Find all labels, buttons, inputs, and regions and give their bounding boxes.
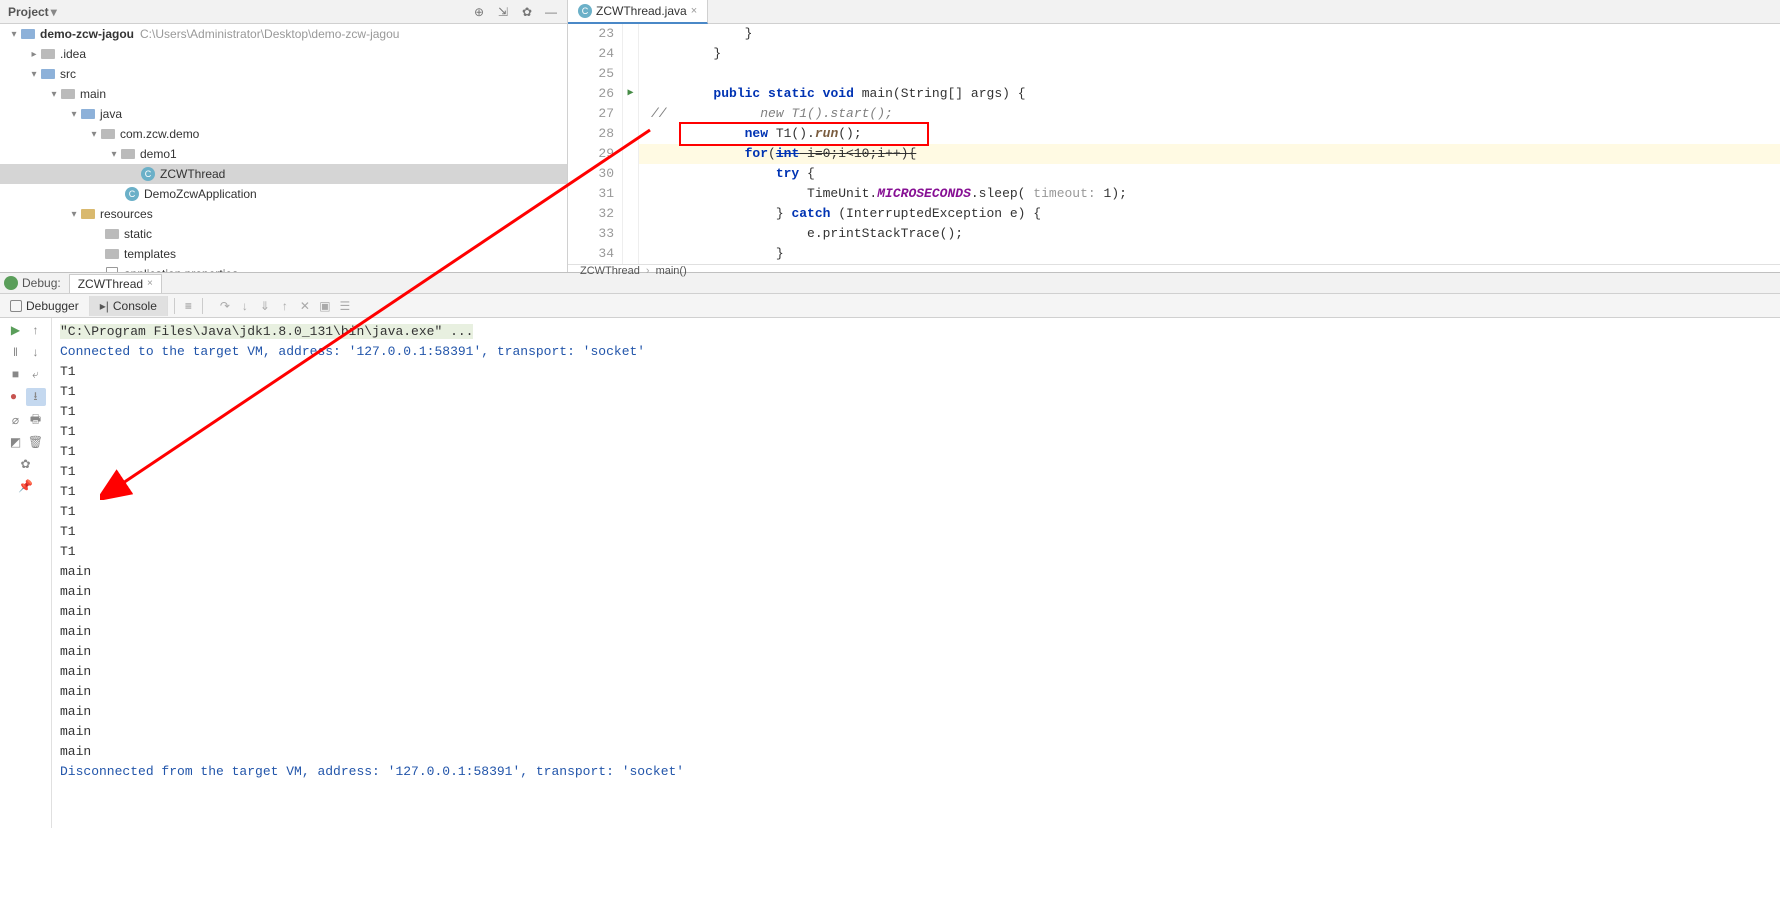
breadcrumb-method[interactable]: main() [656,265,687,277]
console-output-line: main [60,622,1772,642]
tree-static[interactable]: static [0,224,567,244]
debug-label: Debug: [22,276,61,290]
debug-config-tab[interactable]: ZCWThread × [69,274,162,293]
gear-icon[interactable]: ✿ [519,4,535,20]
down-icon[interactable]: ↓ [28,344,44,360]
tree-src[interactable]: ▾ src [0,64,567,84]
breadcrumb[interactable]: ZCWThread › main() [568,264,1780,277]
tree-zcwthread[interactable]: C ZCWThread [0,164,567,184]
pause-icon[interactable]: ‖ [8,344,24,360]
debug-side-toolbar: ▶ ↑ ‖ ↓ ■ ⤶ ● ⭳ ⌀ 🖶 ◩ 🗑 ✿ 📌 [0,318,52,828]
tree-appclass[interactable]: C DemoZcwApplication [0,184,567,204]
console-output-line: T1 [60,362,1772,382]
tree-demo1[interactable]: ▾ demo1 [0,144,567,164]
editor-tab-zcwthread[interactable]: C ZCWThread.java × [568,0,708,24]
tree-main[interactable]: ▾ main [0,84,567,104]
console-output-line: T1 [60,482,1772,502]
threads-icon[interactable]: ≡ [185,299,192,313]
console-output-line: T1 [60,502,1772,522]
breadcrumb-class[interactable]: ZCWThread [580,265,640,277]
console-output-line: T1 [60,542,1772,562]
tree-templates[interactable]: templates [0,244,567,264]
line-number-gutter: 23 24 25 26 27 28 29 30 31 32 33 34 [568,24,623,264]
project-tree[interactable]: ▾ demo-zcw-jagou C:\Users\Administrator\… [0,24,568,272]
step-out-icon[interactable]: ↑ [277,298,293,314]
resume-icon[interactable]: ▶ [8,322,24,338]
run-gutter: ▶ [623,24,639,264]
console-output[interactable]: "C:\Program Files\Java\jdk1.8.0_131\bin\… [52,318,1780,828]
scroll-to-end-icon[interactable]: ⭳ [26,388,46,406]
tree-package[interactable]: ▾ com.zcw.demo [0,124,567,144]
tree-appprops[interactable]: application.properties [0,264,567,272]
scroll-from-source-icon[interactable]: ⊕ [471,4,487,20]
step-into-icon[interactable]: ↓ [237,298,253,314]
code-editor[interactable]: 23 24 25 26 27 28 29 30 31 32 33 34 ▶ [568,24,1780,264]
pin-icon[interactable]: 📌 [18,478,34,494]
drop-frame-icon[interactable]: ✕ [297,298,313,314]
tree-root-label: demo-zcw-jagou [40,27,134,41]
console-output-line: T1 [60,462,1772,482]
evaluate-icon[interactable]: ☰ [337,298,353,314]
console-output-line: T1 [60,402,1772,422]
console-output-line: T1 [60,522,1772,542]
force-step-into-icon[interactable]: ⇓ [257,298,273,314]
collapse-all-icon[interactable]: ⇲ [495,4,511,20]
print-icon[interactable]: 🖶 [28,412,44,428]
console-output-line: main [60,602,1772,622]
console-output-line: main [60,562,1772,582]
debugger-tab[interactable]: Debugger [0,296,90,316]
debug-toolbar: Debugger ▸| Console ≡ ↷ ↓ ⇓ ↑ ✕ ▣ ☰ [0,294,1780,318]
annotation-red-box [679,122,929,146]
hide-icon[interactable]: — [543,4,559,20]
up-icon[interactable]: ↑ [28,322,44,338]
console-output-line: main [60,702,1772,722]
console-output-line: main [60,642,1772,662]
mute-breakpoints-icon[interactable]: ⌀ [8,412,24,428]
console-tab[interactable]: ▸| Console [90,296,168,316]
bug-icon [4,276,18,290]
camera-icon[interactable]: ◩ [8,434,24,450]
close-tab-icon[interactable]: × [691,5,697,17]
project-panel-label[interactable]: Project▾ [8,5,57,19]
class-icon: C [578,4,592,18]
tree-root-path: C:\Users\Administrator\Desktop\demo-zcw-… [140,27,399,41]
soft-wrap-icon[interactable]: ⤶ [28,366,44,382]
view-breakpoints-icon[interactable]: ● [6,388,22,404]
console-output-line: T1 [60,442,1772,462]
settings-icon[interactable]: ✿ [18,456,34,472]
editor-tab-label: ZCWThread.java [596,4,687,18]
console-output-line: main [60,682,1772,702]
tree-root[interactable]: ▾ demo-zcw-jagou C:\Users\Administrator\… [0,24,567,44]
run-to-cursor-icon[interactable]: ▣ [317,298,333,314]
console-output-line: T1 [60,422,1772,442]
console-cmd-line: "C:\Program Files\Java\jdk1.8.0_131\bin\… [60,324,473,339]
console-output-line: main [60,662,1772,682]
console-connected-line: Connected to the target VM, address: '12… [60,342,1772,362]
close-icon[interactable]: × [147,278,153,289]
tree-idea[interactable]: ▸ .idea [0,44,567,64]
console-output-line: main [60,722,1772,742]
stop-icon[interactable]: ■ [8,366,24,382]
console-output-line: T1 [60,382,1772,402]
step-over-icon[interactable]: ↷ [217,298,233,314]
tree-java[interactable]: ▾ java [0,104,567,124]
console-disconnected-line: Disconnected from the target VM, address… [60,762,1772,782]
console-output-line: main [60,582,1772,602]
console-output-line: main [60,742,1772,762]
run-icon[interactable]: ▶ [627,84,633,104]
clear-icon[interactable]: 🗑 [28,434,44,450]
tree-resources[interactable]: ▾ resources [0,204,567,224]
